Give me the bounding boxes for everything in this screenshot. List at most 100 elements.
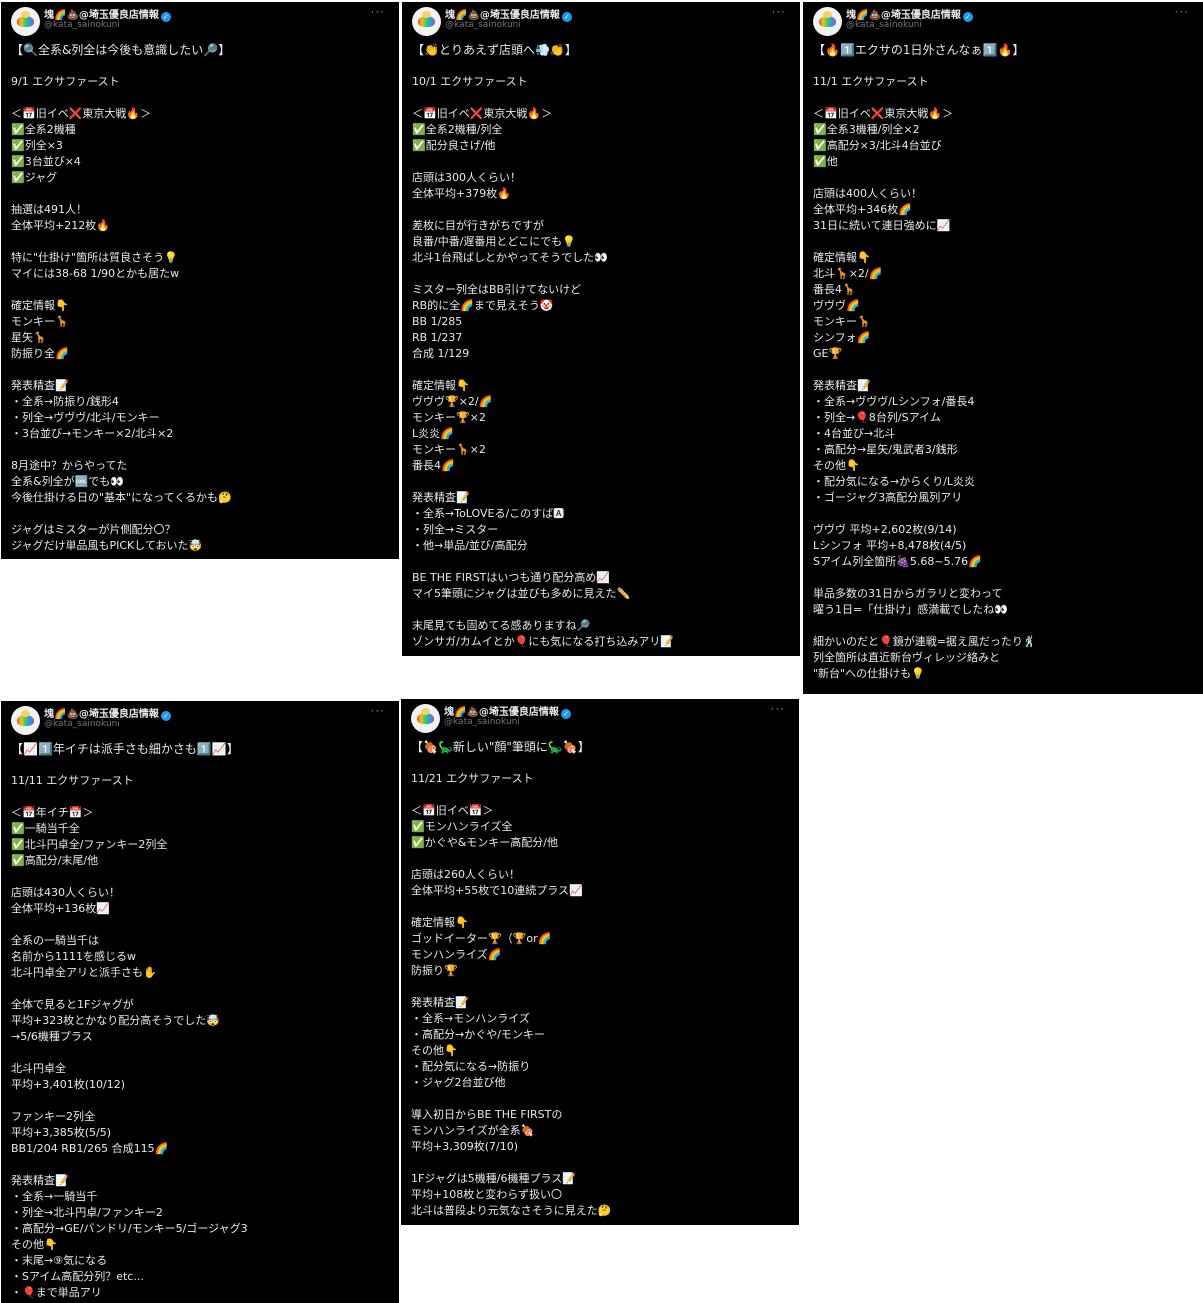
verified-badge-icon: ✓ [561, 12, 572, 22]
tweet-headline: 【📈1️⃣年イチは派手さも細かさも1️⃣📈】 [11, 742, 239, 756]
tweet-text: 【📈1️⃣年イチは派手さも細かさも1️⃣📈】 11/11 エクサファースト ＜📅年イ… [1, 741, 399, 1301]
tweet-line: 確定情報👇 [411, 916, 469, 929]
tweet-line: 北斗🦒×2/🌈 [813, 267, 883, 280]
account-handle[interactable]: @kata_sainokuni [445, 20, 521, 30]
tweet-line: ・全系→一騎当千 [11, 1190, 98, 1203]
tweet-line: Lシンフォ 平均+8,478枚(4/5) [813, 539, 967, 552]
tweet-line: ・4台並び→北斗 [813, 427, 896, 440]
tweet-line: ゾンサガ/カムイとか🎈にも気になる打ち込みアリ📝 [412, 635, 675, 648]
tweet-line: 店頭は400人くらい！ [813, 187, 922, 200]
tweet-line: 番長4🦒 [813, 283, 856, 296]
tweet-line: 全系の一騎当千は [11, 934, 99, 947]
tweet-card-5[interactable]: 塊🌈💩@埼玉優良店情報 ✓ @kata_sainokuni ··· 【🍖🦕新しい"顔"筆… [401, 699, 799, 1225]
tweet-line: →5/6機種プラス [11, 1030, 93, 1043]
tweet-line: シンフォ🌈 [813, 331, 871, 344]
tweet-line: 全体平均+346枚🌈 [813, 203, 912, 216]
tweet-line: ✅他 [813, 155, 838, 168]
tweet-line: ✅かぐや&モンキー高配分/他 [411, 836, 558, 849]
tweet-line: BE THE FIRSTはいつも通り配分高め📈 [412, 571, 611, 584]
account-handle[interactable]: @kata_sainokuni [44, 20, 120, 30]
tweet-line: ・3台並び→モンキー×2/北斗×2 [11, 427, 174, 440]
more-options-icon[interactable]: ··· [1175, 5, 1189, 19]
tweet-line: RB的に全🌈まで見えそう🤡 [412, 299, 554, 312]
tweet-line: 11/21 エクサファースト [411, 772, 534, 785]
tweet-line: 全系&列全が🆒でも👀 [11, 475, 124, 488]
avatar[interactable] [813, 7, 842, 36]
tweet-line: 発表精査📝 [813, 379, 871, 392]
tweet-text: 【🔍全系&列全は今後も意識したい🔎】 9/1 エクサファースト ＜📅旧イベ❌東京大戦… [1, 42, 399, 554]
more-options-icon[interactable]: ··· [371, 704, 385, 718]
tweet-line: ＜📅旧イベ❌東京大戦🔥＞ [412, 107, 553, 120]
tweet-line: 末尾見ても固めてる感ありますね🔎 [412, 619, 591, 632]
tweet-card-1[interactable]: 塊🌈💩@埼玉優良店情報 ✓ @kata_sainokuni ··· 【🔍全系&列全は今後… [1, 2, 399, 559]
tweet-text: 【🍖🦕新しい"顔"筆頭に🦕🍖】 11/21 エクサファースト ＜📅旧イベ📅＞ ✅モンハ… [401, 739, 799, 1219]
account-handle[interactable]: @kata_sainokuni [44, 719, 120, 729]
tweet-line: ・🎈まで単品アリ [11, 1286, 102, 1299]
tweet-line: 確定情報👇 [412, 379, 470, 392]
avatar[interactable] [11, 706, 40, 735]
tweet-line: モンキー🦒 [11, 315, 69, 328]
tweet-line: ✅全系3機種/列全×2 [813, 123, 920, 136]
tweet-line: 抽選は491人！ [11, 203, 87, 216]
tweet-line: モンキー🏆×2 [412, 411, 486, 424]
tweet-line: 星矢🦒 [11, 331, 47, 344]
tweet-line: 平均+3,401枚(10/12) [11, 1078, 125, 1091]
avatar[interactable] [411, 704, 440, 733]
tweet-header: 塊🌈💩@埼玉優良店情報 ✓ @kata_sainokuni ··· [1, 2, 399, 42]
more-options-icon[interactable]: ··· [371, 5, 385, 19]
account-handle[interactable]: @kata_sainokuni [846, 20, 922, 30]
tweet-card-3[interactable]: 塊🌈💩@埼玉優良店情報 ✓ @kata_sainokuni ··· 【🔥1️⃣エクサの1… [803, 2, 1203, 694]
tweet-line: L炎炎🌈 [412, 427, 454, 440]
tweet-line: ・配分気になる→防振り [411, 1060, 531, 1073]
tweet-line: 10/1 エクサファースト [412, 75, 528, 88]
tweet-line: ＜📅年イチ📅＞ [11, 806, 94, 819]
tweet-card-2[interactable]: 塊🌈💩@埼玉優良店情報 ✓ @kata_sainokuni ··· 【👏とりあえず店頭へ… [402, 2, 800, 656]
tweet-line: 31日に続いて連日強めに📈 [813, 219, 951, 232]
tweet-line: ✅高配分×3/北斗4台並び [813, 139, 942, 152]
tweet-line: ・他→単品/並び/高配分 [412, 539, 528, 552]
tweet-line: 番長4🌈 [412, 459, 455, 472]
tweet-line: 北斗は普段より元気なさそうに見えた🤔 [411, 1204, 612, 1217]
tweet-line: 北斗円卓全アリと派手さも✋ [11, 966, 157, 979]
verified-badge-icon: ✓ [160, 12, 171, 22]
tweet-line: ✅列全×3 [11, 139, 63, 152]
tweet-line: ゴッドイーター🏆（🏆or🌈 [411, 932, 552, 945]
tweet-line: 曜う1日=「仕掛け」感満載でしたね👀 [813, 603, 1008, 616]
account-handle[interactable]: @kata_sainokuni [444, 717, 520, 727]
tweet-line: 8月途中？からやってた [11, 459, 128, 472]
tweet-line: ファンキー2列全 [11, 1110, 95, 1123]
more-options-icon[interactable]: ··· [771, 702, 785, 716]
avatar[interactable] [11, 7, 40, 36]
tweet-line: ✅モンハンライズ全 [411, 820, 513, 833]
more-options-icon[interactable]: ··· [772, 5, 786, 19]
tweet-line: その他👇 [813, 459, 860, 472]
tweet-line: 北斗1台飛ばしとかやってそうでした👀 [412, 251, 608, 264]
tweet-line: 細かいのだと🎈鏡が連戦=据え風だったり🕺 [813, 635, 1037, 648]
tweet-line: GE🏆 [813, 347, 843, 360]
tweet-card-4[interactable]: 塊🌈💩@埼玉優良店情報 ✓ @kata_sainokuni ··· 【📈1️⃣年イチは派… [1, 701, 399, 1303]
tweet-line: ジャグだけ単品風もPICKしておいた🤯 [11, 539, 203, 552]
tweet-line: ＜📅旧イベ❌東京大戦🔥＞ [813, 107, 954, 120]
tweet-line: 今後仕掛ける日の"基本"になってくるかも🤔 [11, 491, 232, 504]
tweet-line: 全体平均+136枚📈 [11, 902, 110, 915]
tweet-line: ・全系→ヴヴヴ/Lシンフォ/番長4 [813, 395, 975, 408]
tweet-line: ・配分気になる→からくり/L炎炎 [813, 475, 976, 488]
avatar[interactable] [412, 7, 441, 36]
